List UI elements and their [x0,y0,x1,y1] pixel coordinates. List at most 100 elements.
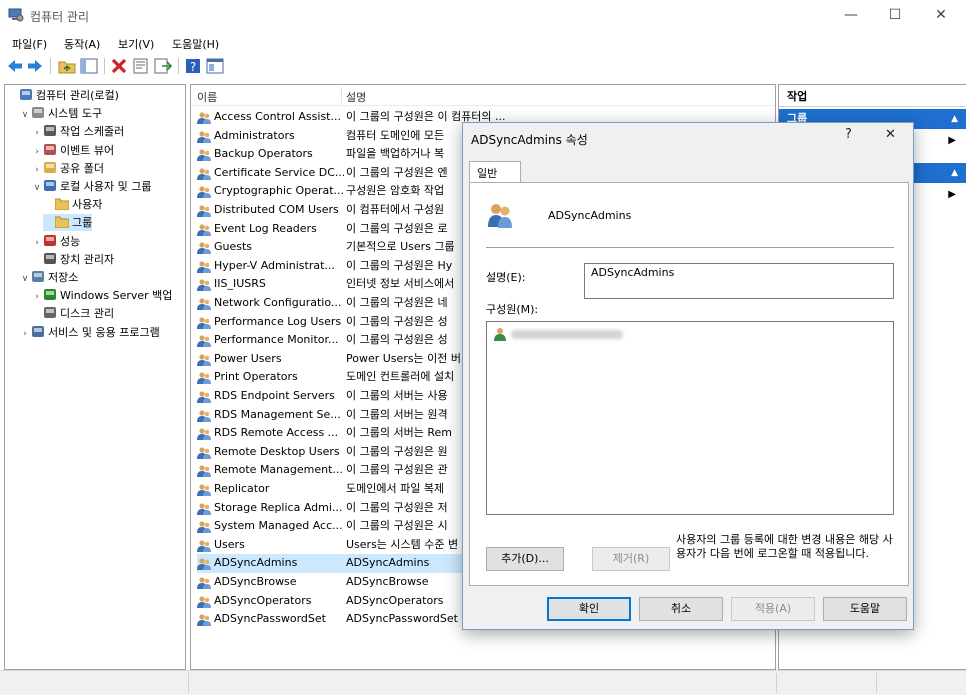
more-actions-icon[interactable]: ▶ [948,189,956,200]
group-icon [197,372,211,385]
menu-help[interactable]: 도움말(H) [172,36,219,52]
tree-item[interactable]: › 작업 스케줄러 [31,123,124,140]
description-value: ADSyncAdmins [591,266,675,279]
svg-text:?: ? [190,60,196,74]
expand-chevron-icon[interactable]: › [31,235,43,252]
add-button[interactable]: 추가(D)... [486,547,564,571]
mmc-view-icon[interactable] [206,57,224,75]
group-icon [197,354,211,366]
tree-item-label: 이벤트 뷰어 [60,143,115,157]
tree-item[interactable]: 디스크 관리 [31,305,114,322]
tree-item[interactable]: › Windows Server 백업 [31,287,172,304]
menu-action[interactable]: 동작(A) [64,36,100,52]
group-name-cell: System Managed Acc... [214,519,343,533]
expand-chevron-icon[interactable]: › [31,144,43,161]
column-header-name[interactable]: 이름 [197,89,217,105]
group-name-cell: Guests [214,240,253,254]
group-name-cell: Event Log Readers [214,221,317,235]
expand-chevron-icon[interactable]: ∨ [19,107,31,124]
group-icon [197,223,211,236]
members-list[interactable] [486,321,894,515]
group-name-cell: Print Operators [214,370,298,384]
forward-icon[interactable] [26,57,44,75]
expand-chevron-icon[interactable]: › [19,326,31,343]
up-folder-icon[interactable] [58,57,76,75]
tab-general[interactable]: 일반 [469,161,521,183]
dialog-close-button[interactable]: ✕ [885,127,896,142]
menu-file[interactable]: 파일(F) [12,36,47,52]
column-header-description[interactable]: 설명 [346,89,366,105]
group-icon [197,465,211,478]
member-name-redacted [511,330,623,339]
folder-icon [54,197,70,211]
group-icon [197,428,211,441]
group-icon [197,391,211,403]
tree-item[interactable]: 그룹 [43,214,93,232]
tree-item[interactable]: 사용자 [43,196,102,213]
more-actions-icon[interactable]: ▶ [948,135,956,146]
show-hide-tree-icon[interactable] [80,57,98,75]
computer-management-app-icon [8,8,24,22]
tree-item[interactable]: ∨ 로컬 사용자 및 그룹 [31,178,151,195]
group-icon [197,521,211,534]
apply-button[interactable]: 적용(A) [731,597,815,621]
back-icon[interactable] [6,57,24,75]
dialog-help-button[interactable]: ? [845,127,852,142]
group-icon [197,205,211,217]
help-icon[interactable]: ? [184,57,202,75]
help-button[interactable]: 도움말 [823,597,907,621]
device-manager-icon [43,252,57,265]
dialog-title: ADSyncAdmins 속성 [471,133,588,147]
group-icon [197,316,211,329]
expand-chevron-icon[interactable]: › [31,162,43,179]
group-name-cell: Cryptographic Operat... [214,184,344,198]
expand-chevron-icon[interactable]: ∨ [19,271,31,288]
tree-item-label: 작업 스케줄러 [60,125,125,139]
expand-chevron-icon[interactable]: ∨ [31,180,43,197]
expand-chevron-icon[interactable]: › [31,125,43,142]
tree-item-label: 사용자 [72,198,103,212]
expand-chevron-icon[interactable]: › [31,289,43,306]
delete-icon[interactable] [110,57,128,75]
group-icon [197,484,211,496]
tree-item[interactable]: ∨ 저장소 [19,269,78,286]
close-button[interactable]: ✕ [918,0,964,32]
group-icon [197,558,211,571]
collapse-icon[interactable]: ▲ [951,109,958,129]
tree-item[interactable]: › 이벤트 뷰어 [31,142,114,159]
tree-item[interactable]: › 공유 폴더 [31,160,104,177]
maximize-button[interactable]: ☐ [872,0,918,32]
user-icon [494,328,506,341]
minimize-button[interactable]: — [828,0,874,32]
description-field[interactable]: ADSyncAdmins [584,263,894,299]
tree-item[interactable]: 장치 관리자 [31,251,114,268]
tree-item-label: 로컬 사용자 및 그룹 [60,180,152,193]
export-list-icon[interactable] [154,57,172,75]
properties-icon[interactable] [132,57,150,75]
group-icon [197,447,211,459]
toolbar: ? [0,54,966,78]
tree-item[interactable]: 컴퓨터 관리(로컬) [7,87,119,104]
menu-view[interactable]: 보기(V) [118,36,154,52]
group-name-cell: Access Control Assist... [214,110,341,123]
group-icon [197,112,211,124]
navigation-tree: 컴퓨터 관리(로컬) ∨ 시스템 도구 › 작업 스케줄러 › 이벤트 뷰어 › 공유 폴더 ∨ 로… [4,84,186,670]
ok-button[interactable]: 확인 [547,597,631,621]
group-icon [197,540,211,552]
window-title: 컴퓨터 관리 [30,10,90,24]
remove-button[interactable]: 제거(R) [592,547,670,571]
tree-item[interactable]: › 성능 [31,233,80,250]
cancel-button[interactable]: 취소 [639,597,723,621]
group-icon [197,261,211,273]
group-name-cell: RDS Remote Access ... [214,426,339,440]
member-item[interactable] [491,326,631,342]
tree-item[interactable]: › 서비스 및 응용 프로그램 [19,324,160,341]
group-name-cell: RDS Endpoint Servers [214,389,335,402]
group-name-cell: Certificate Service DC... [214,165,344,179]
group-name-cell: Replicator [214,482,270,495]
collapse-icon[interactable]: ▲ [951,163,958,183]
group-name-cell: Hyper-V Administrat... [214,258,335,272]
tree-item-label: 디스크 관리 [60,307,115,321]
status-bar [0,670,966,695]
tree-item[interactable]: ∨ 시스템 도구 [19,105,102,122]
